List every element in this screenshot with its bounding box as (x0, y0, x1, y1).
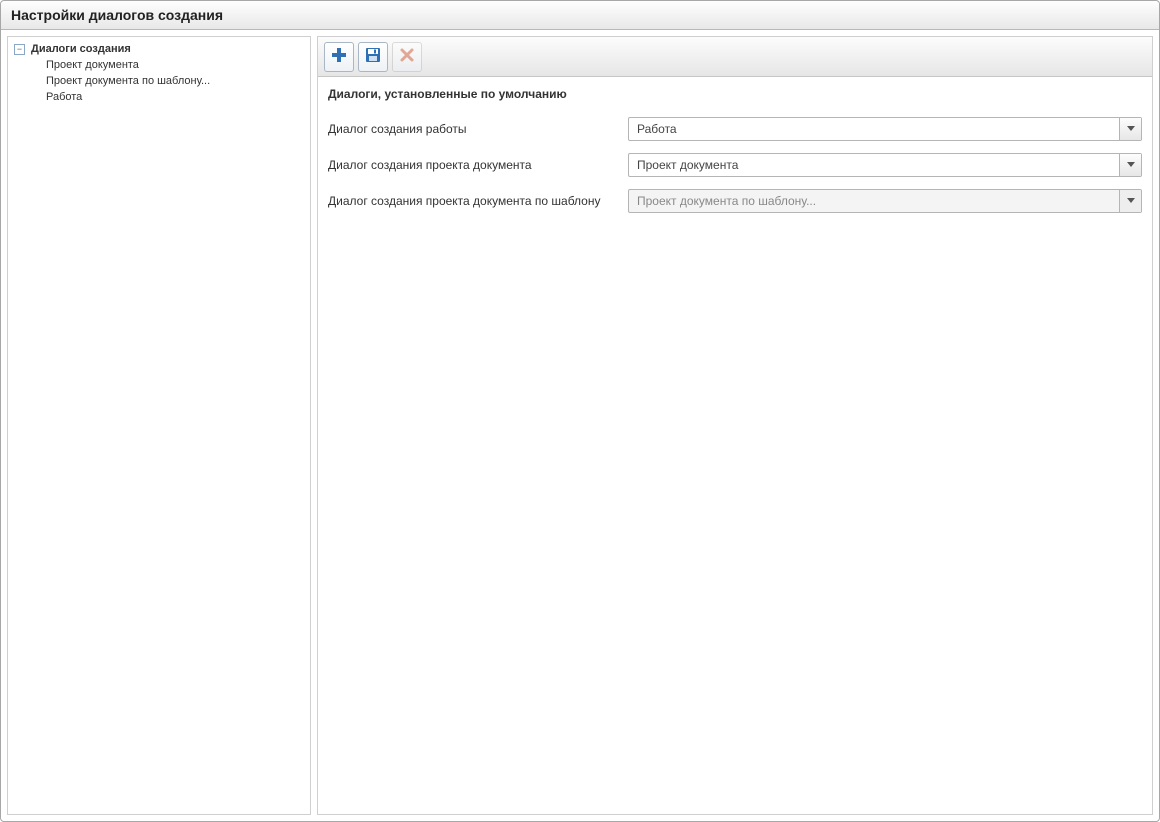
tree-toggle-icon[interactable]: − (14, 44, 25, 55)
tree-item-work[interactable]: Работа (46, 89, 310, 105)
combo-project-dialog[interactable]: Проект документа (628, 153, 1142, 177)
chevron-down-icon (1126, 194, 1136, 208)
label-project-template-dialog: Диалог создания проекта документа по шаб… (328, 194, 628, 208)
form-row-project-template-dialog: Диалог создания проекта документа по шаб… (328, 189, 1142, 213)
add-button[interactable] (324, 42, 354, 72)
window-body: − Диалоги создания Проект документа Прое… (1, 30, 1159, 821)
tree-root[interactable]: − Диалоги создания (8, 41, 310, 57)
combo-project-template-dialog-trigger (1119, 190, 1141, 212)
tree-item-project-document-template[interactable]: Проект документа по шаблону... (46, 73, 310, 89)
chevron-down-icon (1126, 122, 1136, 136)
combo-project-dialog-value: Проект документа (629, 154, 1119, 176)
defaults-form: Диалог создания работы Работа Диалог соз… (318, 107, 1152, 229)
combo-work-dialog-trigger[interactable] (1119, 118, 1141, 140)
form-row-work-dialog: Диалог создания работы Работа (328, 117, 1142, 141)
save-icon (364, 46, 382, 67)
combo-work-dialog-value: Работа (629, 118, 1119, 140)
toolbar (318, 37, 1152, 77)
settings-window: Настройки диалогов создания − Диалоги со… (0, 0, 1160, 822)
label-project-dialog: Диалог создания проекта документа (328, 158, 628, 172)
chevron-down-icon (1126, 158, 1136, 172)
sidebar: − Диалоги создания Проект документа Прое… (7, 36, 311, 815)
section-title: Диалоги, установленные по умолчанию (318, 77, 1152, 107)
title-bar: Настройки диалогов создания (1, 1, 1159, 30)
label-work-dialog: Диалог создания работы (328, 122, 628, 136)
combo-project-template-dialog: Проект документа по шаблону... (628, 189, 1142, 213)
delete-button (392, 42, 422, 72)
window-title: Настройки диалогов создания (11, 7, 223, 23)
combo-project-dialog-trigger[interactable] (1119, 154, 1141, 176)
plus-icon (330, 46, 348, 67)
save-button[interactable] (358, 42, 388, 72)
tree-item-project-document[interactable]: Проект документа (46, 57, 310, 73)
main-panel: Диалоги, установленные по умолчанию Диал… (317, 36, 1153, 815)
delete-icon (398, 46, 416, 67)
form-row-project-dialog: Диалог создания проекта документа Проект… (328, 153, 1142, 177)
combo-work-dialog[interactable]: Работа (628, 117, 1142, 141)
combo-project-template-dialog-value: Проект документа по шаблону... (629, 190, 1119, 212)
tree-children: Проект документа Проект документа по шаб… (8, 57, 310, 105)
tree-root-label[interactable]: Диалоги создания (31, 43, 131, 55)
